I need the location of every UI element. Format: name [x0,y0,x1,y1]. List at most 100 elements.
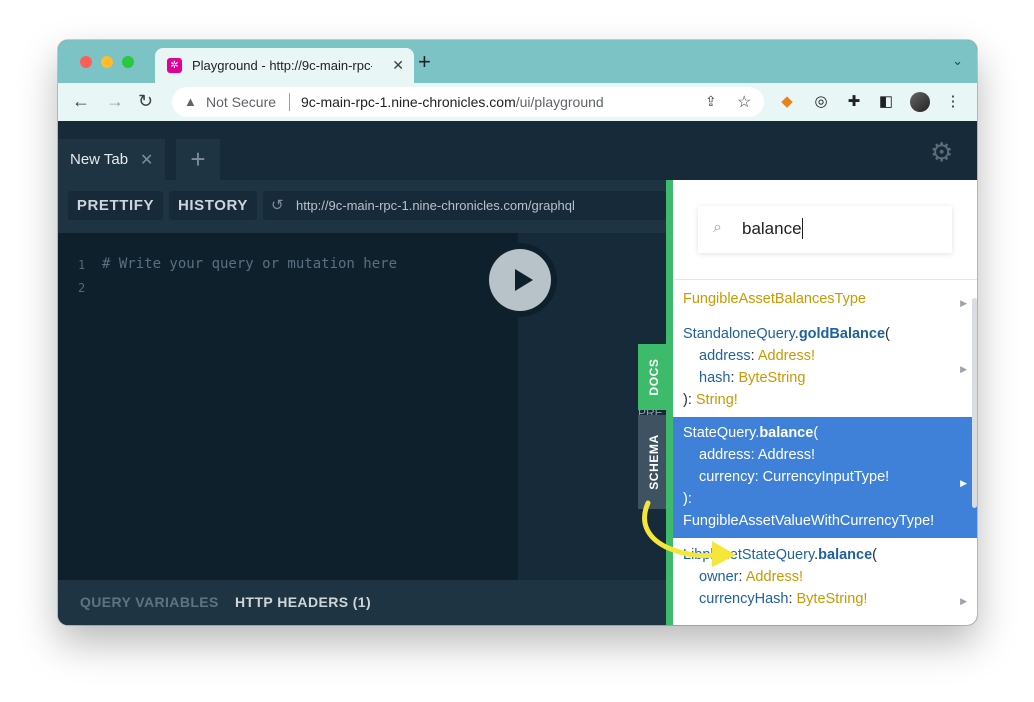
colon: : [788,591,797,607]
browser-tab-title: Playground - http://9c-main-rpc-1.nine-c… [192,58,372,73]
arg-type: Address! [757,447,816,463]
result-arg: address: Address! [683,345,959,367]
close-paren: ): [683,491,692,507]
docs-results-list: FungibleAssetBalancesType ▶ StandaloneQu… [673,280,977,625]
playground-tab[interactable]: New Tab ✕ [58,139,165,180]
play-icon [515,269,533,291]
arg-type: ByteString [738,370,806,386]
open-paren: ( [872,547,877,563]
reload-icon[interactable]: ↻ [138,91,153,111]
arg-name: owner [699,569,739,585]
docs-result-item[interactable]: StandaloneQuery.goldBalance( address: Ad… [673,318,977,417]
avatar[interactable] [910,92,930,112]
close-playground-tab-icon[interactable]: ✕ [140,150,153,170]
result-owner: StandaloneQuery [683,326,795,342]
line-number: 2 [78,281,86,295]
chevron-right-icon: ▶ [960,298,967,308]
docs-search-area: ⌕ [673,180,977,280]
result-return-type: FungibleAssetValueWithCurrencyType! [683,513,935,529]
security-label[interactable]: Not Secure [206,94,276,110]
schema-tab[interactable]: SCHEMA [638,415,669,509]
result-arg: currency: CurrencyInputType! [683,466,959,488]
colon: : [750,447,758,463]
text-caret [802,218,803,239]
playground-tab-label: New Tab [70,151,129,168]
add-playground-tab-button[interactable]: + [176,139,220,180]
chevron-right-icon: ▶ [960,596,967,606]
open-paren: ( [813,425,819,441]
line-number: 1 [78,258,86,272]
minimize-window-button[interactable] [101,56,113,68]
tab-strip: ✲ Playground - http://9c-main-rpc-1.nine… [58,40,977,83]
url-text[interactable]: 9c-main-rpc-1.nine-chronicles.com/ui/pla… [301,94,604,110]
maximize-window-button[interactable] [122,56,134,68]
result-owner: StateQuery [683,425,756,441]
history-button[interactable]: HISTORY [169,191,257,220]
settings-gear-icon[interactable]: ⚙ [930,137,953,168]
tab-search-chevron-icon[interactable]: ⌄ [952,53,963,69]
editor-placeholder: # Write your query or mutation here [102,256,398,272]
docs-scrollbar[interactable] [972,298,977,508]
arg-name: address [699,447,751,463]
new-browser-tab-button[interactable]: + [418,51,431,73]
reload-schema-icon[interactable]: ↺ [271,196,284,214]
docs-result-item-selected[interactable]: StateQuery.balance( address: Address! cu… [673,417,977,538]
arg-name: address [699,348,751,364]
arg-type: Address! [757,348,816,364]
endpoint-url: http://9c-main-rpc-1.nine-chronicles.com… [296,198,575,213]
variables-bar: QUERY VARIABLES HTTP HEADERS (1) [58,580,666,625]
arg-name: currencyHash [699,591,789,607]
play-button-face [489,249,551,311]
url-path: /ui/playground [515,94,604,110]
query-variables-tab[interactable]: QUERY VARIABLES [80,594,219,610]
docs-result-item[interactable]: LibplanetStateQuery.balance( owner: Addr… [673,538,977,616]
result-arg: currencyHash: ByteString! [683,588,959,610]
browser-tab[interactable]: ✲ Playground - http://9c-main-rpc-1.nine… [155,48,414,83]
sidebar-icon[interactable]: ◧ [876,92,896,112]
docs-search-box[interactable]: ⌕ [698,206,952,253]
docs-panel: ⌕ FungibleAssetBalancesType ▶ Standalone… [666,180,977,625]
result-field: balance [818,547,873,563]
result-arg: hash: ByteString [683,367,959,389]
prettify-button[interactable]: PRETTIFY [68,191,163,220]
browser-window: ✲ Playground - http://9c-main-rpc-1.nine… [58,40,977,625]
http-headers-tab[interactable]: HTTP HEADERS (1) [235,594,371,610]
share-icon[interactable]: ⇪ [705,93,717,110]
address-separator [289,93,290,111]
star-icon[interactable]: ☆ [737,92,751,112]
execute-query-button[interactable] [483,243,557,317]
menu-icon[interactable]: ⋮ [943,92,963,112]
search-icon: ⌕ [713,219,722,236]
query-editor[interactable]: 1 2 # Write your query or mutation here [58,233,518,580]
forward-icon[interactable]: → [106,91,124,111]
result-owner: LibplanetStateQuery [683,547,815,563]
colon: : [750,348,758,364]
schema-tab-label: SCHEMA [646,434,661,490]
extension-icon[interactable]: ◎ [811,92,831,112]
docs-search-input[interactable] [742,218,932,240]
close-tab-icon[interactable]: ✕ [392,57,404,74]
playground-toolbar: PRETTIFY HISTORY ↺ http://9c-main-rpc-1.… [58,180,666,233]
graphql-playground: New Tab ✕ + ⚙ PRETTIFY HISTORY ↺ http://… [58,121,977,625]
arg-name: hash [699,370,731,386]
endpoint-input[interactable]: ↺ http://9c-main-rpc-1.nine-chronicles.c… [263,191,666,220]
address-bar[interactable]: ▲ Not Secure 9c-main-rpc-1.nine-chronicl… [172,87,764,117]
result-arg: owner: Address! [683,566,959,588]
result-return-type: String! [695,392,738,408]
docs-result-item[interactable]: FungibleAssetBalancesType ▶ [673,280,977,318]
metamask-icon[interactable]: ◆ [777,92,797,112]
result-field: balance [759,425,814,441]
puzzle-icon[interactable]: ✚ [844,92,864,112]
chevron-right-icon: ▶ [960,478,967,488]
result-field: goldBalance [798,326,886,342]
back-icon[interactable]: ← [72,91,90,111]
graphql-favicon-icon: ✲ [167,58,182,73]
warning-icon: ▲ [184,94,197,109]
arg-type: CurrencyInputType! [762,469,890,485]
arg-type: ByteString! [796,591,868,607]
arg-name: currency [699,469,755,485]
docs-tab[interactable]: DOCS [638,344,669,410]
close-window-button[interactable] [80,56,92,68]
result-arg: address: Address! [683,444,959,466]
colon: : [754,469,763,485]
